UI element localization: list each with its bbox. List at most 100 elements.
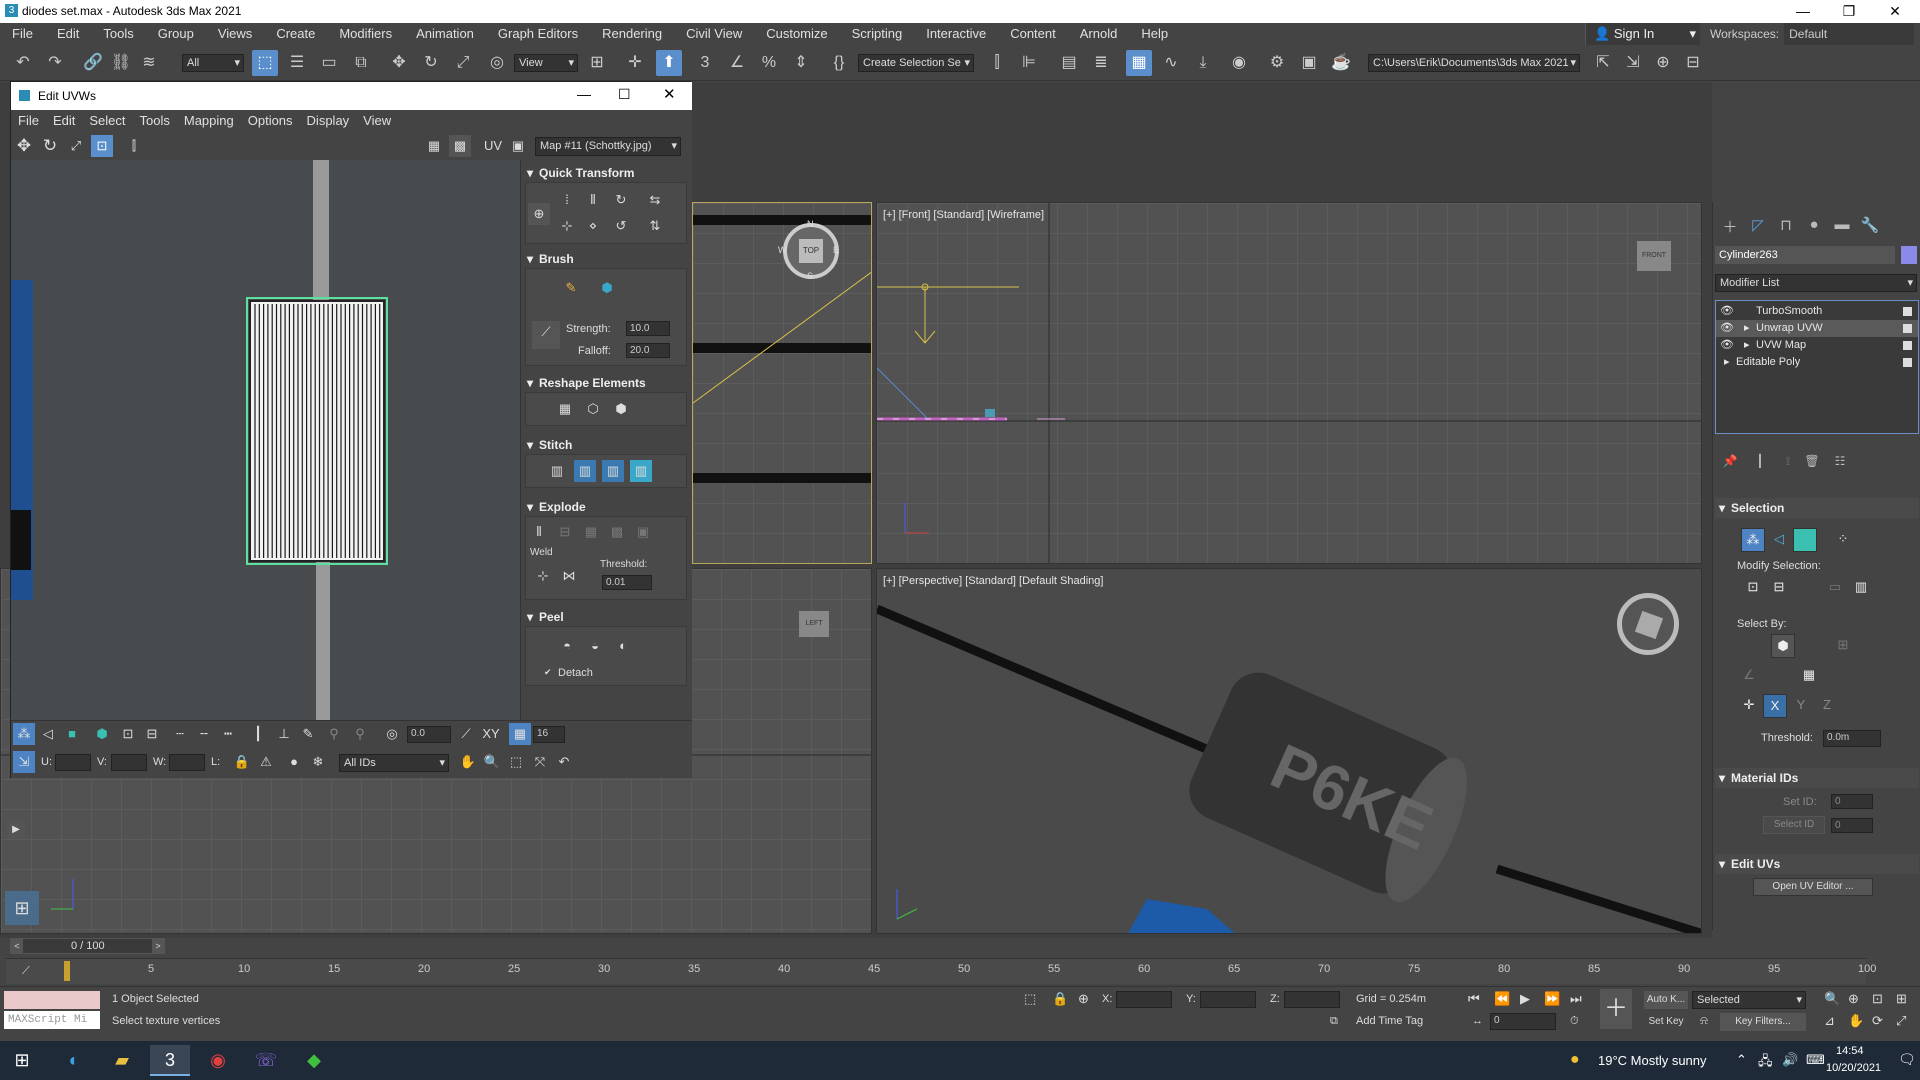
edge-browser-icon[interactable]: ◐ [54,1045,94,1076]
grid-spinner[interactable]: 16 [533,726,565,743]
maxscript-listener-swatch[interactable] [4,991,100,1009]
modifier-toggle[interactable] [1903,307,1912,316]
time-config-icon[interactable]: ⏱ [1570,1015,1579,1028]
u-field[interactable] [55,754,91,771]
y-coord-field[interactable] [1200,991,1256,1008]
uvw-texture-icon[interactable]: ▣ [507,135,529,157]
redo-icon[interactable]: ↷ [42,50,68,76]
next-frame-icon[interactable]: ⏩ [1544,991,1560,1007]
uvw-grid-icon[interactable]: ▩ [449,135,471,157]
3dsmax-taskbar-icon[interactable]: 3 [150,1045,190,1076]
menu-group[interactable]: Group [146,23,206,45]
keyboard-shortcut-icon[interactable]: ⬆ [656,50,682,76]
selection-lock-icon[interactable]: 🔒 [1052,991,1068,1007]
modifier-editable-poly[interactable]: ▸ Editable Poly [1716,354,1918,371]
x-coord-field[interactable] [1116,991,1172,1008]
uvw-menu-select[interactable]: Select [82,110,132,132]
align-toggle-icon[interactable]: ⊕ [528,203,550,225]
menu-customize[interactable]: Customize [754,23,839,45]
key-mode-icon[interactable]: ↔ [1472,1015,1483,1027]
motion-tab-icon[interactable]: ● [1803,216,1825,236]
pivot-axis-icon[interactable]: ✛ [1737,694,1761,718]
project-path-dropdown[interactable]: C:\Users\Erik\Documents\3ds Max 2021 [1368,54,1580,72]
select-by-planar-icon[interactable]: ▦ [1797,664,1821,688]
workspaces-dropdown[interactable]: Default [1784,23,1915,45]
prev-frame-icon[interactable]: ⏪ [1494,991,1510,1007]
key-selected-dropdown[interactable]: Selected [1692,991,1806,1009]
uvw-freeform-icon[interactable]: ⊡ [91,135,113,157]
select-id-spinner[interactable]: 0 [1831,818,1873,833]
named-selection-dropdown[interactable]: Create Selection Se [858,54,974,72]
zoom-extents-all-icon[interactable]: ⊞ [1896,991,1907,1007]
viewcube-front[interactable]: FRONT [1637,241,1671,271]
volume-icon[interactable]: 🔊 [1782,1052,1798,1068]
unlink-icon[interactable]: ⛓ [108,50,134,76]
space-grid-icon[interactable]: ⋄ [582,215,604,237]
expand-icon[interactable]: ▸ [1724,354,1730,371]
w-field[interactable] [169,754,205,771]
configure-sets-icon[interactable]: ☷ [1829,454,1851,474]
angle-snap-icon[interactable]: ∠ [724,50,750,76]
render-frame-icon[interactable]: ▣ [1296,50,1322,76]
menu-help[interactable]: Help [1129,23,1180,45]
uvw-move-icon[interactable]: ✥ [13,135,35,157]
modifier-uvw-map[interactable]: 👁 ▸ UVW Map [1716,337,1918,354]
link-icon[interactable]: 🔗 [80,50,106,76]
pan-view-icon[interactable]: ✋ [1848,1013,1864,1029]
time-slider[interactable]: < 0 / 100 > [10,938,165,954]
create-tab-icon[interactable]: ＋ [1719,216,1741,236]
render-setup-icon[interactable]: ⚙ [1264,50,1290,76]
uvw-map-dropdown[interactable]: Map #11 (Schottky.jpg) [535,137,681,156]
window-crossing-icon[interactable]: ⧉ [348,50,374,76]
axis-y-button[interactable]: Y [1789,694,1813,718]
shrink-icon[interactable]: ⊟ [1767,576,1791,600]
shrink-selection-icon[interactable]: ⊟ [141,723,163,745]
orbit-icon[interactable]: ⟳ [1872,1013,1883,1029]
maxscript-input[interactable]: MAXScript Mi [4,1011,100,1029]
uvw-close-icon[interactable]: ✕ [663,85,676,103]
clock-time[interactable]: 14:54 [1836,1045,1864,1057]
menu-scripting[interactable]: Scripting [840,23,915,45]
selection-rollout-header[interactable]: Selection [1715,498,1919,518]
relax-settings-icon[interactable]: ⬢ [610,398,632,420]
render-icon[interactable]: ☕ [1328,50,1354,76]
viewcube-cube[interactable] [1634,610,1664,640]
placement-icon[interactable]: ◎ [484,50,510,76]
pan-icon[interactable]: ✋ [457,751,479,773]
menu-arnold[interactable]: Arnold [1068,23,1130,45]
modifier-turbosmooth[interactable]: 👁 TurboSmooth [1716,303,1918,320]
remove-modifier-icon[interactable]: 🗑 [1801,454,1823,474]
viewcube-compass[interactable]: TOP N S W E [778,219,839,281]
isolate-icon[interactable]: ⬚ [1024,991,1036,1007]
play-icon[interactable]: ▶ [1520,991,1530,1007]
absolute-transform-icon[interactable]: ⊕ [1078,991,1089,1007]
menu-modifiers[interactable]: Modifiers [327,23,404,45]
scale-icon[interactable]: ⤢ [450,50,476,76]
cmd-threshold-spinner[interactable]: 0.0m [1823,730,1881,747]
menu-tools[interactable]: Tools [91,23,145,45]
eye-icon[interactable]: 👁 [1720,320,1734,337]
modifier-toggle[interactable] [1903,341,1912,350]
element-mode-icon[interactable]: ⬢ [91,723,113,745]
falloff-spinner[interactable]: 20.0 [626,343,670,358]
falloff-curve-icon[interactable]: ⟋ [532,321,560,349]
uvw-menu-view[interactable]: View [356,110,398,132]
peel-mode-icon[interactable]: ◒ [584,635,606,657]
stitch-target-icon[interactable]: ▥ [546,460,568,482]
align-to-edge-icon[interactable]: ⊹ [556,215,578,237]
expand-icon[interactable]: ▸ [1744,337,1750,354]
modifier-unwrap-uvw[interactable]: 👁 ▸ Unwrap UVW [1716,320,1918,337]
viewport-front[interactable]: [+] [Front] [Standard] [Wireframe] FRONT [876,202,1702,564]
stitch-source-icon[interactable]: ▥ [602,460,624,482]
set-key-button[interactable]: Set Key [1644,1013,1688,1031]
menu-civil-view[interactable]: Civil View [674,23,754,45]
zoom-region-icon[interactable]: ⬚ [505,751,527,773]
uvw-maximize-icon[interactable]: ☐ [618,86,631,103]
stitch-settings-icon[interactable]: ▥ [630,460,652,482]
uvw-menu-edit[interactable]: Edit [46,110,82,132]
chrome-icon[interactable]: ◉ [198,1045,238,1076]
align-icon[interactable]: ⊫ [1016,50,1042,76]
select-by-name-icon[interactable]: ☰ [284,50,310,76]
fov-icon[interactable]: ⊿ [1824,1013,1835,1029]
axis-z-button[interactable]: Z [1815,694,1839,718]
